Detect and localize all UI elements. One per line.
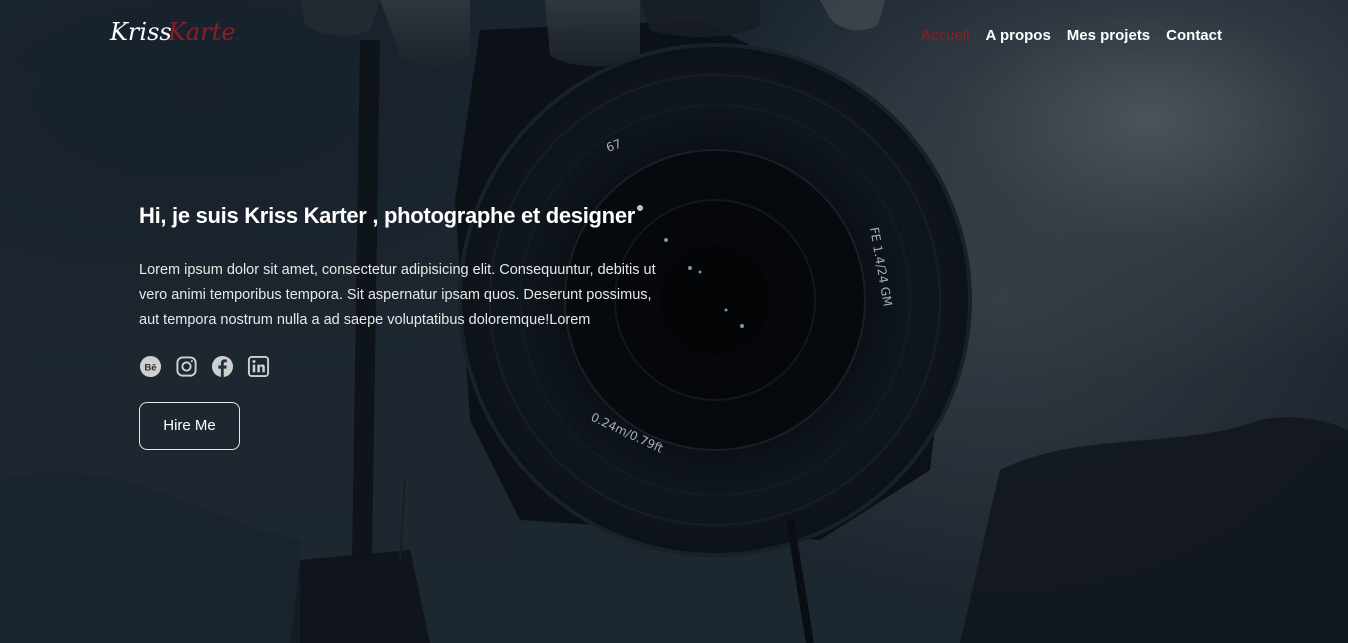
logo-last-name: Karter	[167, 18, 238, 46]
behance-glyph: Bē	[144, 362, 156, 373]
hero-intro-text: Lorem ipsum dolor sit amet, consectetur …	[139, 262, 656, 328]
linkedin-icon[interactable]	[247, 355, 270, 378]
nav-link-a-propos[interactable]: A propos	[986, 27, 1051, 44]
hero-headline: Hi, je suis Kriss Karter , photographe e…	[139, 203, 636, 228]
hero-content: Hi, je suis Kriss Karter , photographe e…	[139, 200, 679, 450]
social-links: Bē	[139, 355, 679, 378]
hire-me-button[interactable]: Hire Me	[139, 402, 240, 450]
nav-link-accueil[interactable]: Accueil	[921, 27, 969, 44]
site-logo[interactable]: Kriss Karter	[108, 14, 249, 50]
behance-icon[interactable]: Bē	[139, 355, 162, 378]
logo-first-name: Kriss	[109, 18, 172, 46]
nav-link-contact[interactable]: Contact	[1166, 27, 1222, 44]
nav-link-mes-projets[interactable]: Mes projets	[1067, 27, 1150, 44]
instagram-icon[interactable]	[175, 355, 198, 378]
facebook-icon[interactable]	[211, 355, 234, 378]
main-navigation: Accueil A propos Mes projets Contact	[921, 27, 1222, 44]
